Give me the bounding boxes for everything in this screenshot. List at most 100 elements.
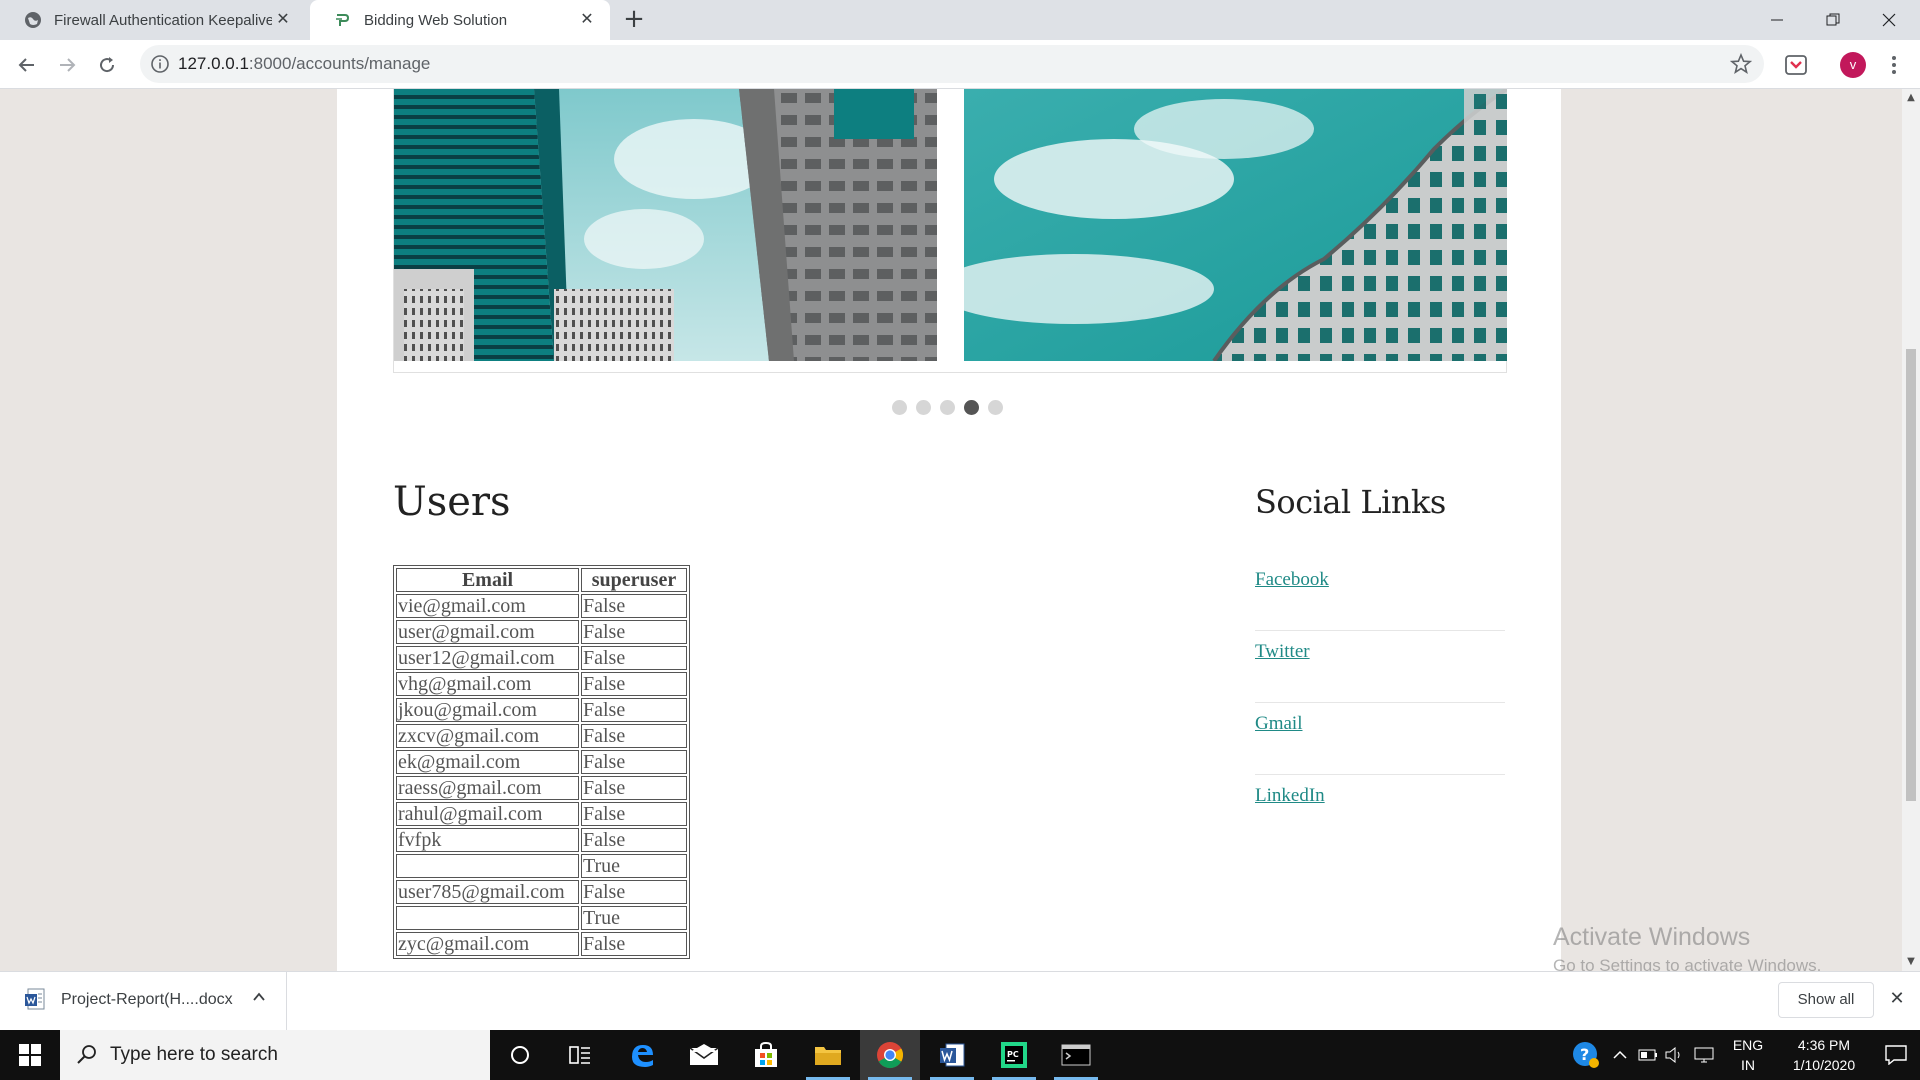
column-header-superuser: superuser xyxy=(581,568,687,592)
table-row: user@gmail.com False xyxy=(396,620,687,644)
language-code: ENG xyxy=(1732,1037,1764,1053)
users-heading: Users xyxy=(393,479,511,525)
svg-text:PC: PC xyxy=(1007,1050,1019,1059)
pycharm-button[interactable]: PC xyxy=(984,1030,1044,1080)
minimize-button[interactable] xyxy=(1750,0,1804,40)
start-button[interactable] xyxy=(0,1030,60,1080)
linkedin-link[interactable]: LinkedIn xyxy=(1255,785,1325,807)
email-cell xyxy=(396,854,579,878)
task-view-button[interactable] xyxy=(550,1030,610,1080)
superuser-cell: False xyxy=(581,828,687,852)
close-window-button[interactable] xyxy=(1862,0,1916,40)
profile-avatar[interactable]: v xyxy=(1840,52,1866,78)
email-cell: raess@gmail.com xyxy=(396,776,579,800)
twitter-link[interactable]: Twitter xyxy=(1255,641,1310,663)
email-cell: vhg@gmail.com xyxy=(396,672,579,696)
chrome-button[interactable] xyxy=(860,1030,920,1080)
superuser-cell: False xyxy=(581,594,687,618)
download-file-name: Project-Report(H....docx xyxy=(61,991,233,1008)
taskbar-search-box[interactable]: Type here to search xyxy=(60,1030,490,1080)
vertical-scrollbar[interactable]: ▲ ▼ xyxy=(1902,89,1920,971)
gmail-link[interactable]: Gmail xyxy=(1255,713,1303,735)
url-text: 127.0.0.1:8000/accounts/manage xyxy=(178,54,431,73)
word-button[interactable] xyxy=(922,1030,982,1080)
cortana-button[interactable] xyxy=(490,1030,550,1080)
file-explorer-button[interactable] xyxy=(798,1030,858,1080)
scrollbar-thumb[interactable] xyxy=(1906,349,1916,801)
site-favicon-icon xyxy=(336,14,350,26)
volume-button[interactable] xyxy=(1662,1030,1686,1080)
facebook-link[interactable]: Facebook xyxy=(1255,569,1329,591)
table-header-row: Email superuser xyxy=(396,568,687,592)
restore-icon xyxy=(1826,13,1840,26)
clock-time: 4:36 PM xyxy=(1797,1037,1851,1053)
scroll-up-arrow-icon[interactable]: ▲ xyxy=(1906,93,1916,103)
reload-button[interactable] xyxy=(92,50,122,80)
close-tab-icon[interactable]: ✕ xyxy=(578,11,596,29)
carousel-dot[interactable] xyxy=(988,400,1003,415)
forward-button[interactable] xyxy=(52,50,82,80)
network-button[interactable] xyxy=(1690,1030,1718,1080)
show-all-button[interactable]: Show all xyxy=(1778,982,1874,1018)
cortana-circle-icon xyxy=(511,1046,529,1064)
download-item[interactable]: Project-Report(H....docx xyxy=(0,972,287,1030)
store-bag-icon xyxy=(755,1041,777,1067)
tab-bidding[interactable]: Bidding Web Solution ✕ xyxy=(310,0,610,40)
info-icon[interactable] xyxy=(150,54,170,74)
scroll-down-arrow-icon[interactable]: ▼ xyxy=(1906,957,1916,967)
carousel-dot[interactable] xyxy=(892,400,907,415)
terminal-button[interactable] xyxy=(1046,1030,1106,1080)
show-hidden-icons-button[interactable] xyxy=(1608,1030,1632,1080)
action-center-button[interactable] xyxy=(1872,1030,1920,1080)
carousel-dot-active[interactable] xyxy=(964,400,979,415)
tab-firewall[interactable]: Firewall Authentication Keepalive ✕ xyxy=(0,0,306,40)
arrow-right-icon xyxy=(60,58,76,72)
store-button[interactable] xyxy=(736,1030,796,1080)
restore-button[interactable] xyxy=(1806,0,1860,40)
edge-button[interactable] xyxy=(612,1030,672,1080)
superuser-cell: False xyxy=(581,672,687,696)
new-tab-button[interactable]: + xyxy=(620,6,648,34)
users-table: Email superuser vie@gmail.com False user@… xyxy=(393,565,690,959)
table-row: user12@gmail.com False xyxy=(396,646,687,670)
city-photo xyxy=(394,89,937,361)
superuser-cell: False xyxy=(581,750,687,774)
table-row: raess@gmail.com False xyxy=(396,776,687,800)
arrow-left-icon xyxy=(18,58,34,72)
tab-title: Firewall Authentication Keepalive xyxy=(54,11,272,29)
bookmark-star-icon[interactable] xyxy=(1730,53,1752,75)
superuser-cell: False xyxy=(581,724,687,748)
battery-button[interactable] xyxy=(1636,1030,1660,1080)
table-row: vhg@gmail.com False xyxy=(396,672,687,696)
email-cell: user12@gmail.com xyxy=(396,646,579,670)
network-monitor-icon xyxy=(1694,1047,1714,1063)
carousel-image-buildings-2 xyxy=(964,89,1507,361)
mail-icon xyxy=(689,1044,719,1065)
email-cell: user785@gmail.com xyxy=(396,880,579,904)
chevron-up-icon xyxy=(1613,1050,1627,1059)
carousel-dot[interactable] xyxy=(916,400,931,415)
carousel-dot[interactable] xyxy=(940,400,955,415)
column-header-email: Email xyxy=(396,568,579,592)
language-indicator[interactable]: ENG IN xyxy=(1724,1030,1772,1080)
table-row: True xyxy=(396,906,687,930)
clock[interactable]: 4:36 PM 1/10/2020 xyxy=(1776,1030,1872,1080)
table-row: user785@gmail.com False xyxy=(396,880,687,904)
superuser-cell: False xyxy=(581,802,687,826)
word-icon xyxy=(940,1043,965,1067)
address-bar[interactable]: 127.0.0.1:8000/accounts/manage xyxy=(140,45,1764,83)
chevron-up-icon[interactable] xyxy=(252,990,266,1004)
help-tray-button[interactable]: ? xyxy=(1566,1030,1606,1080)
close-download-bar-icon[interactable]: ✕ xyxy=(1888,990,1906,1008)
back-button[interactable] xyxy=(12,50,42,80)
superuser-cell: True xyxy=(581,906,687,930)
list-item: Facebook xyxy=(1255,559,1505,631)
close-tab-icon[interactable]: ✕ xyxy=(274,11,292,29)
menu-kebab-icon[interactable] xyxy=(1884,52,1904,78)
mail-button[interactable] xyxy=(674,1030,734,1080)
table-row: zyc@gmail.com False xyxy=(396,932,687,956)
pocket-extension-icon[interactable] xyxy=(1784,53,1808,77)
folder-icon xyxy=(815,1047,841,1065)
region-code: IN xyxy=(1741,1057,1755,1073)
svg-text:?: ? xyxy=(1580,1045,1589,1064)
